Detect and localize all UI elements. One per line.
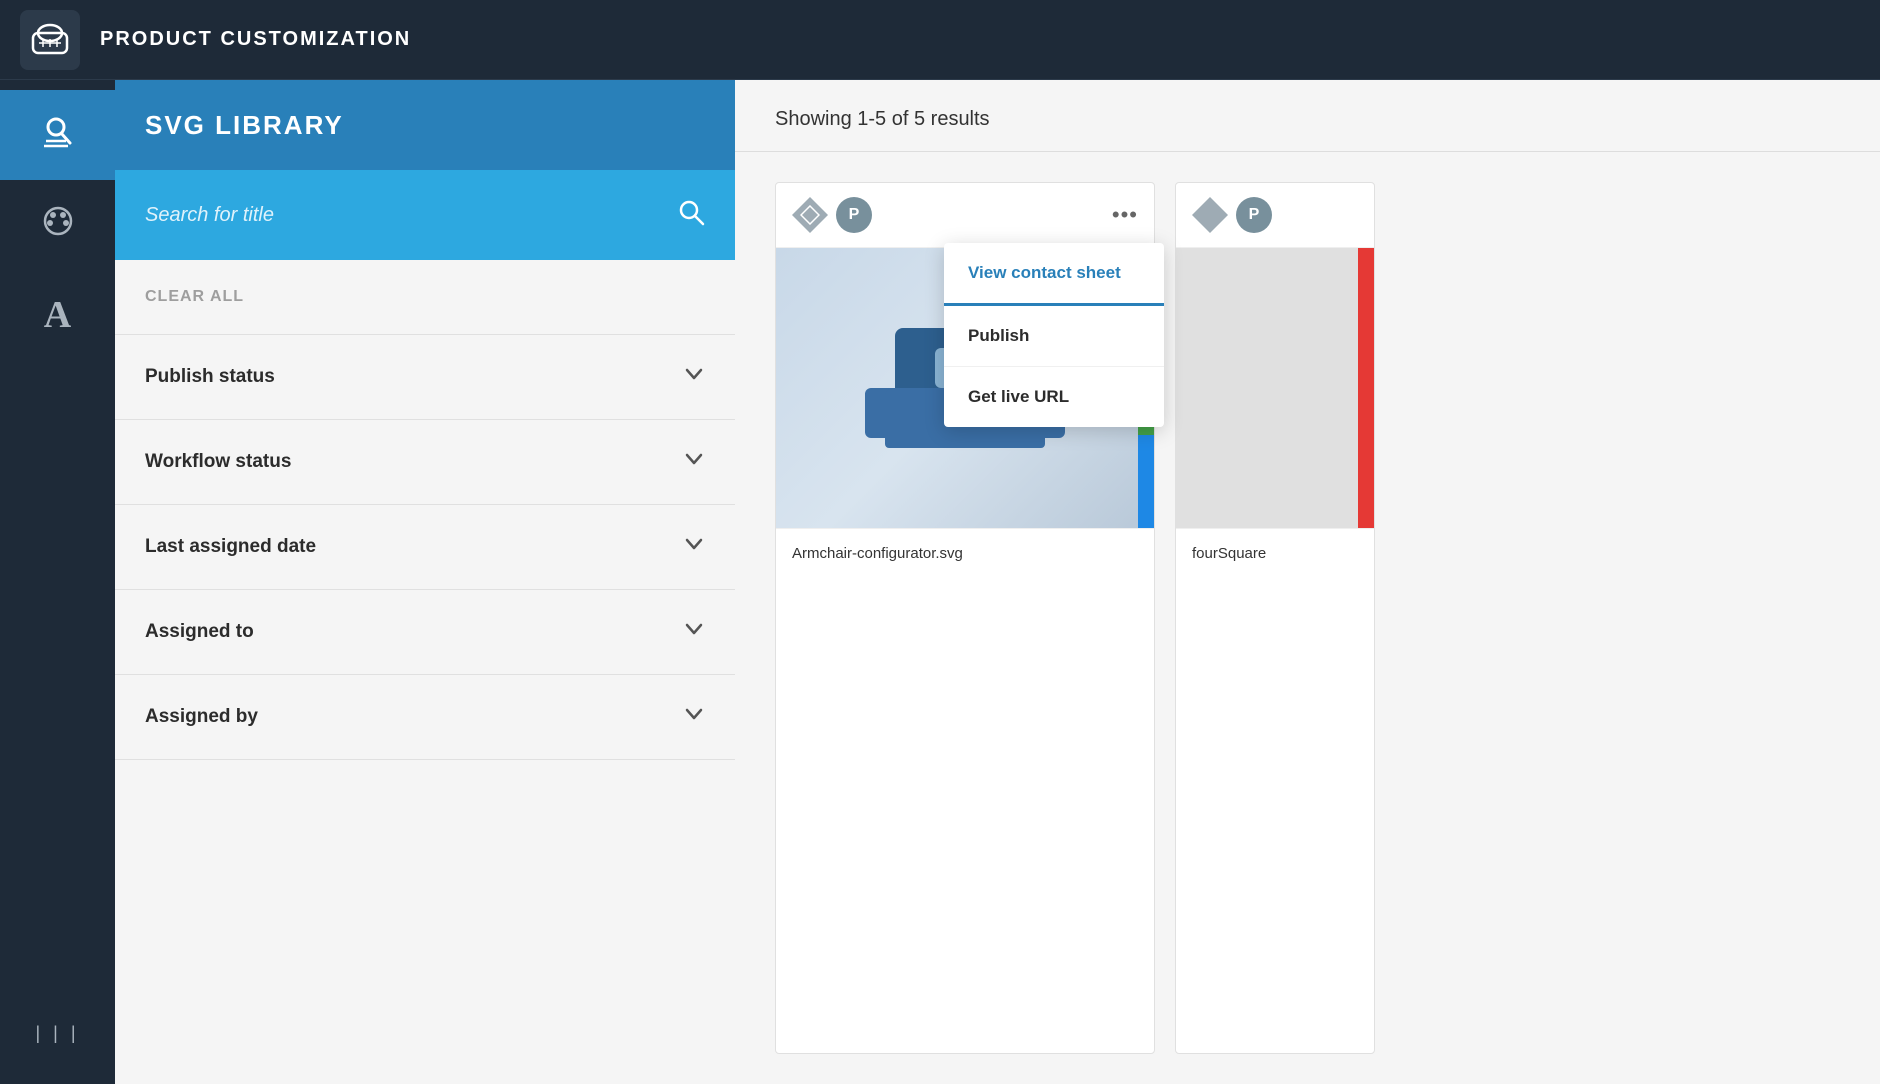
library-icon	[38, 111, 78, 159]
card-header-2: P	[1176, 183, 1374, 248]
card-footer-2: fourSquare	[1176, 528, 1374, 579]
sidebar-item-library[interactable]	[0, 90, 115, 180]
color-strips-2	[1358, 248, 1374, 528]
last-assigned-date-label: Last assigned date	[145, 536, 316, 558]
search-bar	[115, 170, 735, 260]
main-layout: A | | | SVG LIBRARY CLEAR ALL	[0, 80, 1880, 1084]
workflow-status-label: Workflow status	[145, 451, 291, 473]
filter-last-assigned-date[interactable]: Last assigned date	[115, 505, 735, 590]
top-header: PRODUCT CUSTOMIZATION	[0, 0, 1880, 80]
results-header: Showing 1-5 of 5 results	[735, 80, 1880, 152]
p-badge-2: P	[1236, 197, 1272, 233]
context-get-live-url[interactable]: Get live URL	[944, 367, 1164, 427]
assigned-by-label: Assigned by	[145, 706, 258, 728]
publish-status-label: Publish status	[145, 366, 275, 388]
card-filename-2: fourSquare	[1192, 545, 1266, 562]
card-armchair: P ••• View contact sheet Publish Get liv…	[775, 182, 1155, 1054]
card-footer-1: Armchair-configurator.svg	[776, 528, 1154, 579]
font-icon: A	[44, 293, 71, 337]
last-assigned-date-chevron	[683, 533, 705, 561]
filter-assigned-to[interactable]: Assigned to	[115, 590, 735, 675]
card-image-2	[1176, 248, 1374, 528]
context-publish[interactable]: Publish	[944, 306, 1164, 367]
filter-assigned-by[interactable]: Assigned by	[115, 675, 735, 760]
palette-icon	[39, 202, 77, 248]
workflow-status-chevron	[683, 448, 705, 476]
logo	[20, 10, 80, 70]
filter-panel: SVG LIBRARY CLEAR ALL Publish status	[115, 80, 735, 1084]
context-view-contact[interactable]: View contact sheet	[944, 243, 1164, 306]
sidebar-item-font[interactable]: A	[0, 270, 115, 360]
search-icon	[677, 198, 705, 226]
content-area: Showing 1-5 of 5 results P •••	[735, 80, 1880, 1084]
card-foursquare: P fourSquare	[1175, 182, 1375, 1054]
diamond-badge-1	[792, 197, 828, 233]
p-badge-1: P	[836, 197, 872, 233]
card-more-button-1[interactable]: •••	[1112, 202, 1138, 228]
clear-all-button[interactable]: CLEAR ALL	[145, 288, 244, 305]
search-input[interactable]	[145, 204, 662, 227]
publish-status-chevron	[683, 363, 705, 391]
filter-publish-status[interactable]: Publish status	[115, 335, 735, 420]
assigned-by-chevron	[683, 703, 705, 731]
section-title: SVG LIBRARY	[145, 110, 344, 141]
app-title: PRODUCT CUSTOMIZATION	[100, 28, 411, 51]
search-button[interactable]	[677, 198, 705, 233]
card-header-1: P •••	[776, 183, 1154, 248]
sidebar-item-palette[interactable]	[0, 180, 115, 270]
card-badges-2: P	[1192, 197, 1272, 233]
logo-icon	[29, 19, 71, 61]
assigned-to-label: Assigned to	[145, 621, 254, 643]
diamond-badge-2	[1192, 197, 1228, 233]
sidebar: A | | |	[0, 80, 115, 1084]
clear-all-row: CLEAR ALL	[115, 260, 735, 335]
results-count: Showing 1-5 of 5 results	[775, 108, 990, 130]
assigned-to-chevron	[683, 618, 705, 646]
cards-grid: P ••• View contact sheet Publish Get liv…	[735, 152, 1880, 1084]
section-title-bar: SVG LIBRARY	[115, 80, 735, 170]
filter-workflow-status[interactable]: Workflow status	[115, 420, 735, 505]
bars-icon[interactable]: | | |	[35, 1023, 79, 1044]
card-badges-1: P	[792, 197, 872, 233]
context-menu: View contact sheet Publish Get live URL	[944, 243, 1164, 427]
card-filename-1: Armchair-configurator.svg	[792, 545, 963, 562]
filter-list: CLEAR ALL Publish status Workflow status…	[115, 260, 735, 1084]
